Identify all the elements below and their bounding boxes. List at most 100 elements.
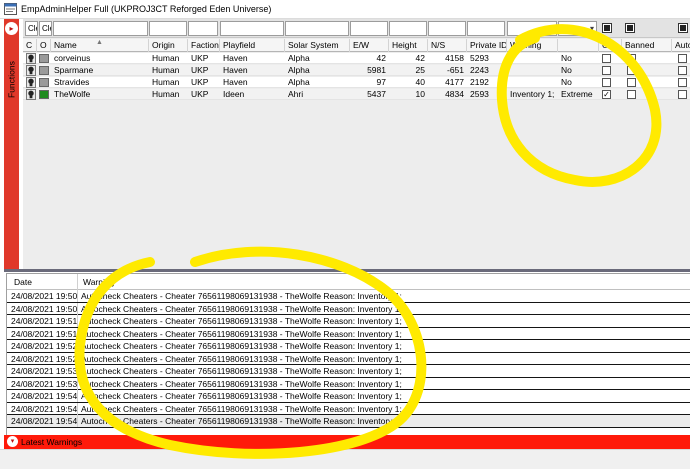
player-row[interactable]: corveinus Human UKP Haven Alpha 42 42 41…	[23, 53, 690, 64]
player-banned-checkbox[interactable]	[627, 78, 636, 87]
log-date: 24/08/2021 19:54	[11, 416, 78, 426]
player-banned-checkbox[interactable]	[627, 90, 636, 99]
player-faction: UKP	[191, 53, 209, 63]
col-warning-log-header[interactable]: Warning	[77, 274, 114, 290]
col-autoban-header[interactable]: Autoban pr	[672, 39, 690, 52]
player-warning: Inventory 1;	[510, 89, 555, 99]
log-message: Autocheck Cheaters - Cheater 76561198069…	[77, 365, 402, 377]
warning-log-row[interactable]: 24/08/2021 19:50 Autocheck Cheaters - Che…	[7, 290, 690, 303]
filter-warning-input[interactable]	[507, 21, 557, 36]
log-message: Autocheck Cheaters - Cheater 76561198069…	[77, 327, 402, 340]
filter-cheater-select[interactable]	[558, 21, 597, 36]
latest-warnings-label: Latest Warnings	[21, 437, 83, 447]
player-height: 25	[415, 65, 425, 75]
player-on-checkbox[interactable]	[602, 54, 611, 63]
log-date: 24/08/2021 19:54	[11, 403, 78, 414]
filter-banned-checkbox[interactable]	[625, 23, 635, 33]
col-banned-header[interactable]: Banned	[622, 39, 672, 52]
filter-autoban-checkbox[interactable]	[678, 23, 688, 33]
log-message: Autocheck Cheaters - Cheater 76561198069…	[77, 315, 402, 327]
player-faction: UKP	[191, 77, 209, 87]
player-on-checkbox[interactable]	[602, 78, 611, 87]
log-message: Autocheck Cheaters - Cheater 76561198069…	[77, 390, 402, 402]
player-cheater: Extreme	[561, 89, 593, 99]
filter-playfield-input[interactable]	[220, 21, 284, 36]
filter-faction-input[interactable]	[188, 21, 218, 36]
player-row[interactable]: TheWolfe Human UKP Ideen Ahri 5437 10 48…	[23, 89, 690, 100]
latest-warnings-bar[interactable]: ▾ Latest Warnings	[4, 435, 690, 449]
warning-log-row[interactable]: 24/08/2021 19:54 Autocheck Cheaters - Che…	[7, 415, 690, 428]
player-ew: 97	[376, 77, 386, 87]
warning-log-row[interactable]: 24/08/2021 19:53 Autocheck Cheaters - Che…	[7, 377, 690, 390]
player-cheater: No	[561, 77, 572, 87]
col-private-id-header[interactable]: Private ID	[467, 39, 507, 52]
col-date-header[interactable]: Date	[9, 274, 32, 290]
filter-private-id-input[interactable]	[467, 21, 505, 36]
warning-log-row[interactable]: 24/08/2021 19:54 Autocheck Cheaters - Che…	[7, 402, 690, 415]
warning-log-row[interactable]: 24/08/2021 19:50 Autocheck Cheaters - Che…	[7, 302, 690, 315]
lightbulb-icon[interactable]	[26, 65, 36, 76]
player-autoban-checkbox[interactable]	[678, 78, 687, 87]
warning-log-row[interactable]: 24/08/2021 19:54 Autocheck Cheaters - Che…	[7, 390, 690, 403]
filter-solar-system-input[interactable]	[285, 21, 349, 36]
player-row[interactable]: Sparmane Human UKP Haven Alpha 5981 25 -…	[23, 65, 690, 76]
log-date: 24/08/2021 19:52	[11, 341, 78, 351]
player-autoban-checkbox[interactable]	[678, 54, 687, 63]
player-banned-checkbox[interactable]	[627, 54, 636, 63]
filter-height-input[interactable]	[389, 21, 427, 36]
filter-c-input[interactable]: Cle	[25, 21, 38, 36]
lightbulb-icon[interactable]	[26, 53, 36, 64]
lightbulb-icon[interactable]	[26, 77, 36, 88]
filter-origin-input[interactable]	[149, 21, 187, 36]
col-height-header[interactable]: Height	[389, 39, 428, 52]
app-icon	[4, 3, 17, 15]
functions-panel[interactable]: ▸ Functions	[4, 19, 19, 269]
filter-ns-input[interactable]	[428, 21, 466, 36]
player-playfield: Haven	[223, 53, 248, 63]
log-date: 24/08/2021 19:53	[11, 378, 78, 389]
functions-expand-icon[interactable]: ▸	[5, 22, 18, 35]
functions-label: Functions	[6, 61, 17, 99]
warning-log-row[interactable]: 24/08/2021 19:51 Autocheck Cheaters - Che…	[7, 315, 690, 328]
player-row[interactable]: Stravides Human UKP Haven Alpha 97 40 41…	[23, 77, 690, 88]
collapse-chevron-icon[interactable]: ▾	[7, 436, 18, 447]
log-date: 24/08/2021 19:50	[11, 303, 78, 314]
col-ns-header[interactable]: N/S	[428, 39, 467, 52]
col-solar-system-header[interactable]: Solar System	[285, 39, 350, 52]
filter-on-checkbox[interactable]	[602, 23, 612, 33]
filter-ew-input[interactable]	[350, 21, 388, 36]
player-color-swatch	[39, 78, 49, 87]
warning-log-row[interactable]: 24/08/2021 19:53 Autocheck Cheaters - Che…	[7, 365, 690, 378]
status-bar	[0, 449, 690, 469]
player-autoban-checkbox[interactable]	[678, 90, 687, 99]
log-date: 24/08/2021 19:50	[11, 291, 78, 301]
col-o-header[interactable]: O	[37, 39, 51, 52]
col-ew-header[interactable]: E/W	[350, 39, 389, 52]
player-on-checkbox[interactable]: ✓	[602, 90, 611, 99]
panel-splitter[interactable]	[4, 269, 690, 272]
log-message: Autocheck Cheaters - Cheater 76561198069…	[77, 415, 402, 427]
col-faction-header[interactable]: Faction	[188, 39, 220, 52]
col-playfield-header[interactable]: Playfield	[220, 39, 285, 52]
title-bar: EmpAdminHelper Full (UKPROJ3CT Reforged …	[0, 0, 690, 19]
lightbulb-icon[interactable]	[26, 89, 36, 100]
col-c-header[interactable]: C	[23, 39, 37, 52]
col-on-header[interactable]: On	[599, 39, 622, 52]
player-private-id: 2243	[470, 65, 489, 75]
warnings-log-header: Date Warning	[7, 274, 690, 290]
filter-name-input[interactable]	[53, 21, 148, 36]
log-message: Autocheck Cheaters - Cheater 76561198069…	[77, 377, 402, 390]
player-banned-checkbox[interactable]	[627, 66, 636, 75]
log-date: 24/08/2021 19:51	[11, 316, 78, 326]
col-warning-header[interactable]: Warning	[507, 39, 558, 52]
player-solar-system: Ahri	[288, 89, 304, 99]
warning-log-row[interactable]: 24/08/2021 19:52 Autocheck Cheaters - Che…	[7, 352, 690, 365]
col-cheater-header[interactable]	[558, 39, 599, 52]
warning-log-row[interactable]: 24/08/2021 19:52 Autocheck Cheaters - Che…	[7, 340, 690, 353]
col-origin-header[interactable]: Origin	[149, 39, 188, 52]
player-origin: Human	[152, 65, 180, 75]
player-on-checkbox[interactable]	[602, 66, 611, 75]
warning-log-row[interactable]: 24/08/2021 19:51 Autocheck Cheaters - Che…	[7, 327, 690, 340]
filter-o-input[interactable]: Cle	[39, 21, 52, 36]
player-autoban-checkbox[interactable]	[678, 66, 687, 75]
